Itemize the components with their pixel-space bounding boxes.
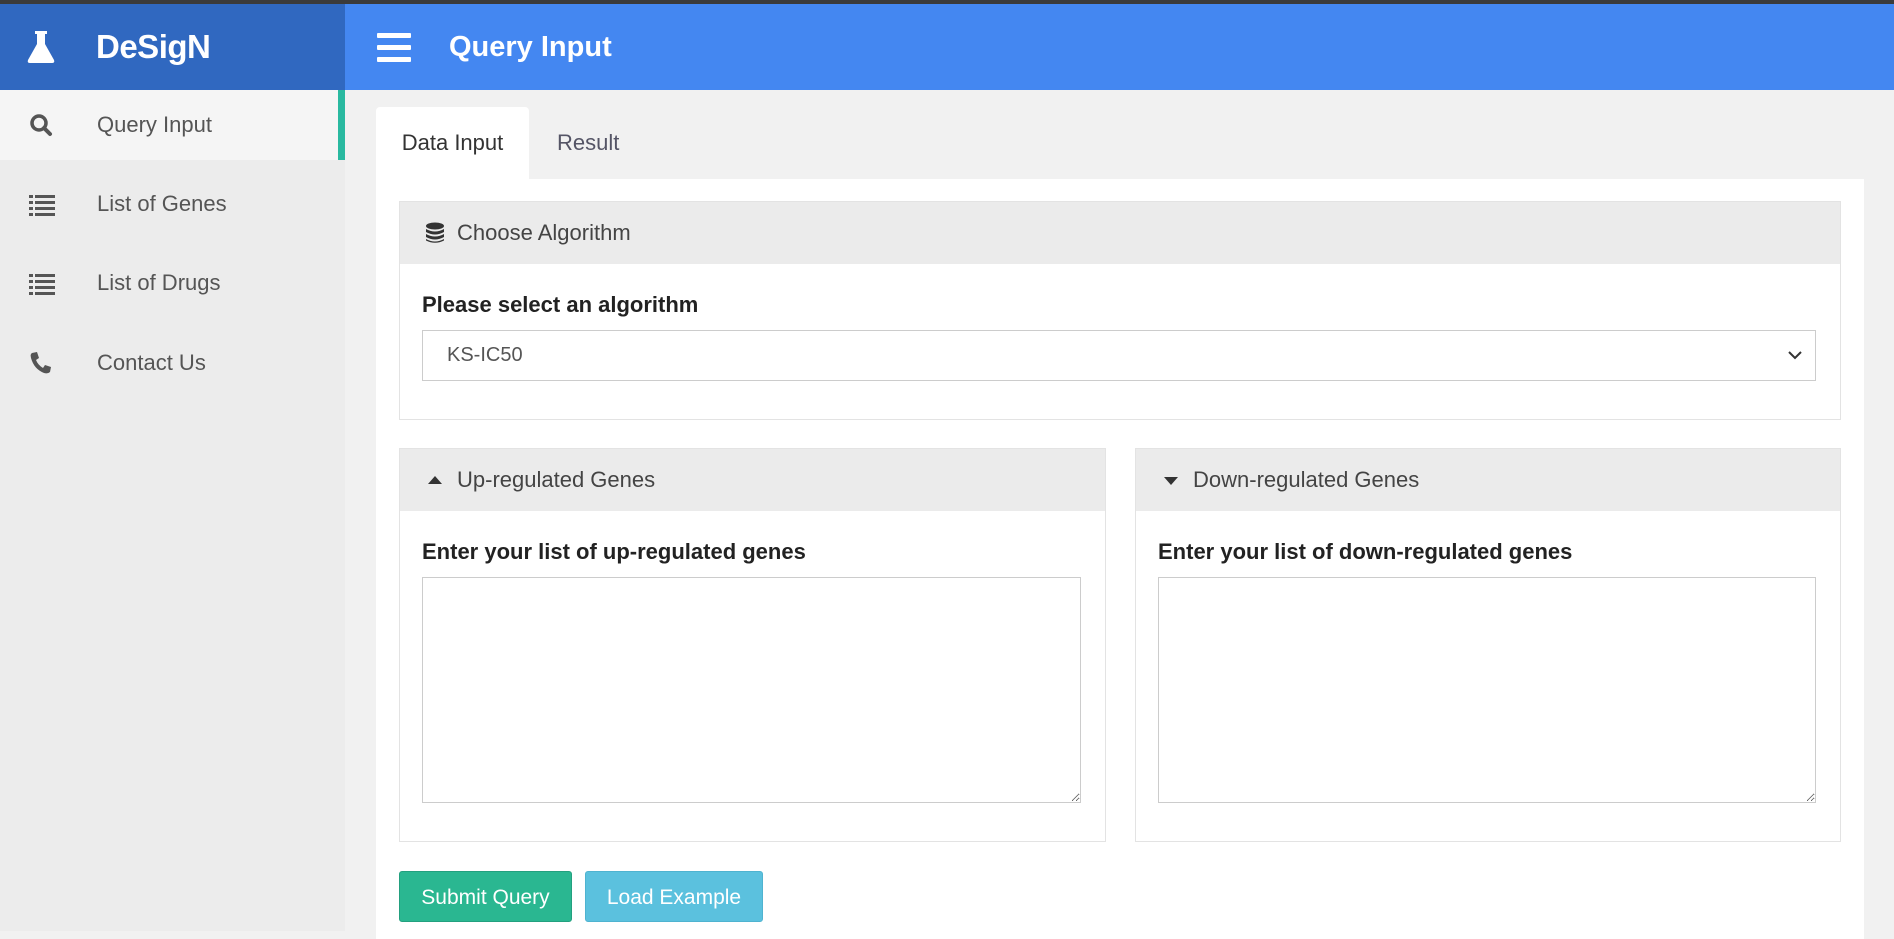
submit-query-button[interactable]: Submit Query <box>399 871 572 922</box>
tab-result[interactable]: Result <box>557 107 619 179</box>
algorithm-select-value: KS-IC50 <box>447 344 523 366</box>
box-title: Choose Algorithm <box>457 220 631 245</box>
sidebar-item-list-of-drugs[interactable]: List of Drugs <box>0 248 345 318</box>
list-icon <box>29 274 55 295</box>
choose-algorithm-box: Choose Algorithm Please select an algori… <box>399 201 1841 420</box>
caret-down-icon <box>1164 477 1178 485</box>
sidebar-item-list-of-genes[interactable]: List of Genes <box>0 169 345 239</box>
sidebar-item-label: Query Input <box>97 112 212 137</box>
up-regulated-genes-box: Up-regulated Genes Enter your list of up… <box>399 448 1106 842</box>
flask-icon <box>27 31 55 63</box>
up-genes-field-label: Enter your list of up-regulated genes <box>422 539 806 564</box>
box-header: Choose Algorithm <box>400 202 1840 264</box>
algorithm-field-label: Please select an algorithm <box>422 292 699 317</box>
box-title: Up-regulated Genes <box>457 467 656 492</box>
box-header: Up-regulated Genes <box>400 449 1105 511</box>
sidebar-item-query-input[interactable]: Query Input <box>0 90 345 160</box>
up-genes-textarea[interactable] <box>422 577 1081 803</box>
down-genes-field-label: Enter your list of down-regulated genes <box>1158 539 1573 564</box>
top-header: Query Input <box>345 4 1894 90</box>
search-icon <box>30 114 52 136</box>
phone-icon <box>30 352 51 374</box>
list-icon <box>29 195 55 216</box>
load-example-button[interactable]: Load Example <box>585 871 763 922</box>
caret-up-icon <box>428 476 442 484</box>
logo-bar: DeSigN <box>0 4 345 90</box>
box-title: Down-regulated Genes <box>1193 467 1420 492</box>
chevron-down-icon <box>1788 351 1802 360</box>
sidebar: Query Input List of Genes List of Drugs … <box>0 90 345 931</box>
sidebar-item-label: List of Genes <box>97 191 227 216</box>
box-header: Down-regulated Genes <box>1136 449 1840 511</box>
sidebar-item-label: Contact Us <box>97 350 206 375</box>
page-title: Query Input <box>449 31 612 63</box>
brand-name: DeSigN <box>96 28 211 65</box>
sidebar-item-contact-us[interactable]: Contact Us <box>0 328 345 398</box>
tab-data-input[interactable]: Data Input <box>376 107 529 179</box>
down-genes-textarea[interactable] <box>1158 577 1816 803</box>
down-regulated-genes-box: Down-regulated Genes Enter your list of … <box>1135 448 1841 842</box>
menu-toggle-icon[interactable] <box>377 33 411 63</box>
database-icon <box>426 222 444 243</box>
sidebar-item-label: List of Drugs <box>97 270 221 295</box>
algorithm-select[interactable]: KS-IC50 <box>422 330 1816 381</box>
